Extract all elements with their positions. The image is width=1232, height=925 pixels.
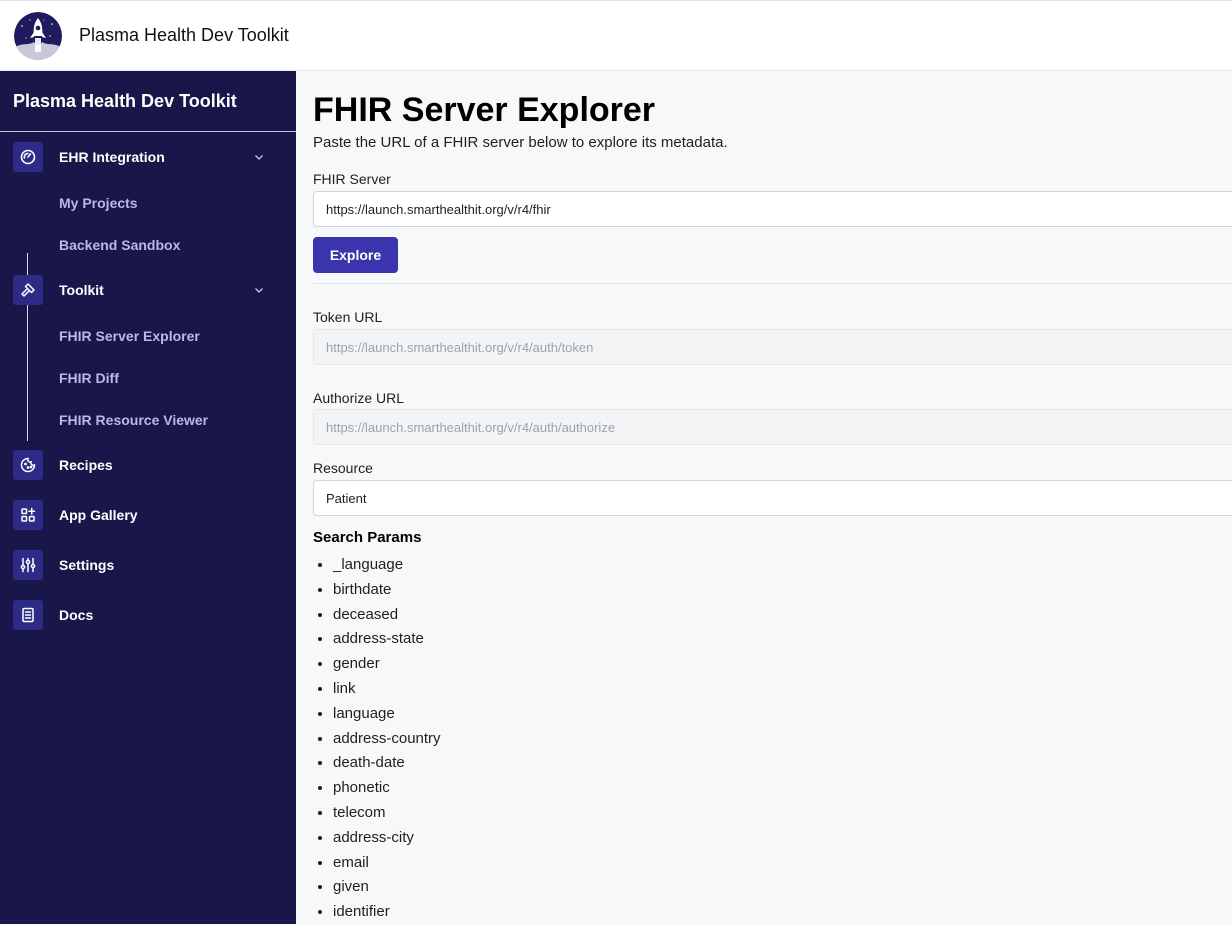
resource-label: Resource [313,460,373,476]
explore-button[interactable]: Explore [313,237,398,273]
search-params-title: Search Params [313,529,422,546]
search-param-item: given [333,875,441,900]
authorize-url-label: Authorize URL [313,390,405,406]
submenu-line [27,315,28,441]
divider [313,283,1232,284]
sidebar-item-docs[interactable]: Docs [13,600,93,630]
search-params-list: _languagebirthdatedeceasedaddress-stateg… [333,553,441,925]
app-title: Plasma Health Dev Toolkit [79,25,289,45]
sidebar-item-toolkit[interactable]: Toolkit [13,275,104,305]
search-param-item: phonetic [333,776,441,801]
search-param-item: gender [333,652,441,677]
search-param-item: address-country [333,727,441,752]
sidebar-item-label: Recipes [59,457,113,473]
token-url-input [313,329,1232,365]
rocket-logo-icon[interactable] [14,12,62,60]
search-param-item: email [333,851,441,876]
sidebar-item-label: App Gallery [59,507,138,523]
sidebar-item-label: Toolkit [59,282,104,298]
top-bar: Plasma Health Dev Toolkit [0,0,1232,71]
sidebar-item-label: Docs [59,607,94,623]
fhir-server-input[interactable] [313,191,1232,227]
sidebar-subitem-fhir-diff[interactable]: FHIR Diff [59,370,119,386]
document-icon [13,600,43,630]
sidebar-subitem-backend-sandbox[interactable]: Backend Sandbox [59,237,180,253]
sidebar-item-label: EHR Integration [59,149,165,165]
sidebar-item-ehr-integration[interactable]: EHR Integration [13,142,165,172]
sidebar-subitem-fhir-server-explorer[interactable]: FHIR Server Explorer [59,328,200,344]
resource-input[interactable] [313,480,1232,516]
sidebar-item-recipes[interactable]: Recipes [13,450,113,480]
search-param-item: birthdate [333,578,441,603]
gauge-icon [13,142,43,172]
sidebar-subitem-fhir-resource-viewer[interactable]: FHIR Resource Viewer [59,412,208,428]
sidebar-subitem-my-projects[interactable]: My Projects [59,195,138,211]
page-subtitle: Paste the URL of a FHIR server below to … [313,134,728,151]
search-param-item: identifier [333,900,441,925]
fhir-server-label: FHIR Server [313,171,391,187]
sidebar-item-settings[interactable]: Settings [13,550,114,580]
cookie-icon [13,450,43,480]
sidebar-item-app-gallery[interactable]: App Gallery [13,500,138,530]
page-title: FHIR Server Explorer [313,91,656,129]
search-param-item: address-state [333,627,441,652]
token-url-label: Token URL [313,309,383,325]
chevron-down-icon[interactable] [253,284,265,296]
sidebar-item-label: Settings [59,557,115,573]
search-param-item: address-city [333,826,441,851]
authorize-url-input [313,409,1232,445]
search-param-item: deceased [333,603,441,628]
search-param-item: language [333,702,441,727]
sliders-icon [13,550,43,580]
main-content: FHIR Server Explorer Paste the URL of a … [296,71,1232,924]
search-param-item: death-date [333,751,441,776]
chevron-down-icon[interactable] [253,151,265,163]
sidebar-brand[interactable]: Plasma Health Dev Toolkit [0,71,296,132]
search-param-item: _language [333,553,441,578]
search-param-item: telecom [333,801,441,826]
search-param-item: link [333,677,441,702]
sidebar: Plasma Health Dev Toolkit EHR Integratio… [0,71,296,924]
grid-plus-icon [13,500,43,530]
hammer-icon [13,275,43,305]
